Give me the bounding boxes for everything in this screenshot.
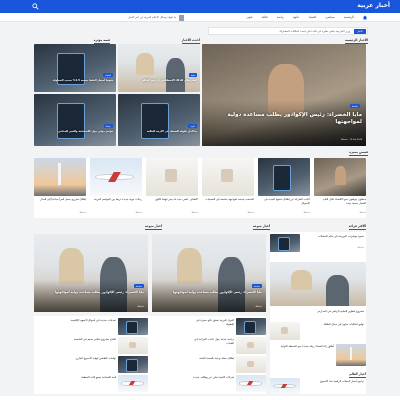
strip-title[interactable]: رحلات جوية جديدة تربط بين العواصم العربي… xyxy=(92,198,142,202)
section-heading: أخبار منوعة xyxy=(144,224,162,230)
strip-title[interactable]: المنتخب يستعد لمواجهة حاسمة في التصفيات xyxy=(204,198,254,202)
grid-image[interactable] xyxy=(34,44,116,92)
strip-image[interactable] xyxy=(202,158,254,196)
list-thumbnail[interactable] xyxy=(236,356,266,373)
section-heading: أخبار منوعة xyxy=(252,224,270,230)
strip-title[interactable]: اكتشاف علمي جديد قد يغير فهمنا للكون xyxy=(148,198,198,202)
list-title[interactable]: مشروع لتطوير التعليم الرقمي في المدارس xyxy=(274,310,364,314)
section-heading: الأكثر قراءة xyxy=(348,224,366,230)
list-title[interactable]: قمة اقتصادية تجمع قادة المنطقة xyxy=(70,376,116,380)
breaking-label: عاجل xyxy=(354,28,366,34)
search-icon[interactable] xyxy=(32,3,39,10)
list-title[interactable]: الفرق العربية تحقق نتائج مميزة في البطول… xyxy=(188,319,234,326)
strip-image[interactable] xyxy=(314,158,366,196)
category-badge[interactable]: رياضة xyxy=(103,124,113,128)
section-heading: أخبار العالم xyxy=(349,372,366,378)
nav-item[interactable]: علوم xyxy=(293,14,299,21)
breaking-news-bar[interactable]: عاجل وزير الخارجية يلتقي نظيره في لقاء ث… xyxy=(208,27,368,35)
main-nav: الرئيسية سياسي اقتصاد علوم رياضة ثقافة ف… xyxy=(0,13,400,22)
hero-category-badge[interactable]: سياسة xyxy=(349,104,360,108)
strip-meta: Admin xyxy=(79,212,86,214)
list-thumbnail[interactable] xyxy=(270,322,300,340)
list-thumbnail[interactable] xyxy=(270,378,300,394)
nav-item[interactable]: ثقافة xyxy=(261,14,267,21)
nav-item[interactable]: رياضة xyxy=(277,14,284,21)
list-meta: Admin xyxy=(357,247,364,249)
grid-title[interactable]: هبوط أسعار النفط بنسبة 1.5% بسبب المخاوف xyxy=(37,79,113,82)
feature-meta: Admin xyxy=(255,306,262,308)
list-thumbnail[interactable] xyxy=(118,337,148,354)
list-thumbnail[interactable] xyxy=(118,318,148,335)
grid-title[interactable]: مؤتمر دولي حول الاستدامة والتغير المناخي xyxy=(37,130,113,133)
top-bar: أخبار عربية xyxy=(0,0,400,13)
strip-title[interactable]: أعلنت الشركة عن إطلاق منتجها الجديد في ا… xyxy=(260,198,310,205)
grid-title[interactable]: ما الذي تقوله الصحف عن الأزمة الحالية xyxy=(121,130,197,133)
strip-image[interactable] xyxy=(258,158,310,196)
nav-item[interactable]: الرئيسية xyxy=(344,14,354,21)
ticker-text: ما تقوله وسائل الإعلام العربية عن آخر ال… xyxy=(127,16,176,19)
nav-item[interactable]: فنون xyxy=(246,14,252,21)
strip-title[interactable]: إطلاق صاروخ يحمل قمراً صناعياً إلى المدا… xyxy=(36,198,86,202)
list-thumbnail[interactable] xyxy=(236,375,266,392)
list-thumbnail[interactable] xyxy=(118,356,148,373)
feature-meta: Admin xyxy=(137,306,144,308)
site-logo[interactable]: أخبار عربية xyxy=(357,2,390,9)
list-thumbnail[interactable] xyxy=(270,234,300,252)
list-title[interactable]: صعود مؤشرات البورصة في ختام التعاملات xyxy=(302,235,364,239)
breaking-text: وزير الخارجية يلتقي نظيره في لقاء ثنائي … xyxy=(279,29,351,33)
strip-meta: Admin xyxy=(135,212,142,214)
strip-meta: Admin xyxy=(303,212,310,214)
strip-image[interactable] xyxy=(90,158,142,196)
category-badge[interactable]: سياسة xyxy=(133,284,144,288)
nav-menu: الرئيسية سياسي اقتصاد علوم رياضة ثقافة ف… xyxy=(246,14,354,21)
list-title[interactable]: توقعات الطقس لنهاية الأسبوع الجاري xyxy=(70,357,116,361)
feature-title[interactable]: مايا الخضراء: رئيس الإكوادور يطلب مساعدة… xyxy=(36,290,144,295)
category-badge[interactable]: تقنية xyxy=(188,73,197,77)
ticker-thumbnail xyxy=(179,14,184,21)
list-title[interactable]: افتتاح مشروع سكني ضخم في العاصمة xyxy=(70,338,116,342)
strip-image[interactable] xyxy=(146,158,198,196)
hero-meta: Admin · 19 Feb 2024 xyxy=(341,139,362,141)
strip-meta: Admin xyxy=(247,212,254,214)
grid-image[interactable] xyxy=(34,94,116,146)
grid-image[interactable] xyxy=(118,44,200,92)
footer-edge xyxy=(0,396,400,400)
list-title[interactable]: أطلق رائد الفضاء رحلة جديدة نحو المحطة ا… xyxy=(272,345,334,349)
strip-image[interactable] xyxy=(34,158,86,196)
grid-image[interactable] xyxy=(118,94,200,146)
list-title[interactable]: إطلاق حملة توعية بالصحة العامة xyxy=(188,357,234,361)
list-thumbnail[interactable] xyxy=(236,337,266,354)
list-thumbnail[interactable] xyxy=(118,375,148,392)
strip-title[interactable]: محللون يتوقعون نمو الاقتصاد خلال العام ا… xyxy=(316,198,366,205)
feature-title[interactable]: مايا الخضراء: رئيس الإكوادور يطلب مساعدة… xyxy=(154,290,262,295)
list-title[interactable]: دراسة حديثة حول عادات القراءة لدى الشباب xyxy=(188,338,234,345)
category-badge[interactable]: اقتصاد xyxy=(103,73,113,77)
nav-item[interactable]: اقتصاد xyxy=(308,14,316,21)
strip-meta: Admin xyxy=(359,212,366,214)
nav-item[interactable]: سياسي xyxy=(325,14,334,21)
grid-title[interactable]: كيف يمكن للذكاء الاصطناعي أن يغير العالم xyxy=(121,79,197,82)
feature-image[interactable] xyxy=(270,262,366,306)
list-title[interactable]: تحديثات جديدة في أسواق الأسهم الإقليمية xyxy=(70,319,116,323)
list-title[interactable]: تراجع أسعار العملات الرقمية هذا الأسبوع xyxy=(302,380,364,384)
list-thumbnail[interactable] xyxy=(236,318,266,335)
category-badge[interactable]: سياسة xyxy=(251,284,262,288)
hero-title[interactable]: مايا الخضراء: رئيس الإكوادور يطلب مساعدة… xyxy=(212,112,362,126)
section-heading: قصص مميزة xyxy=(349,150,368,156)
category-badge[interactable]: علوم xyxy=(188,124,197,128)
lower-list xyxy=(34,316,266,394)
news-ticker[interactable]: ما تقوله وسائل الإعلام العربية عن آخر ال… xyxy=(34,14,184,21)
home-icon[interactable] xyxy=(362,15,368,20)
list-title[interactable]: شركات التقنية تعلن عن وظائف جديدة xyxy=(188,376,234,380)
list-title[interactable]: توقيع اتفاقيات تعاون في مجال الطاقة xyxy=(302,323,364,327)
list-thumbnail[interactable] xyxy=(336,344,366,366)
strip-meta: Admin xyxy=(191,212,198,214)
